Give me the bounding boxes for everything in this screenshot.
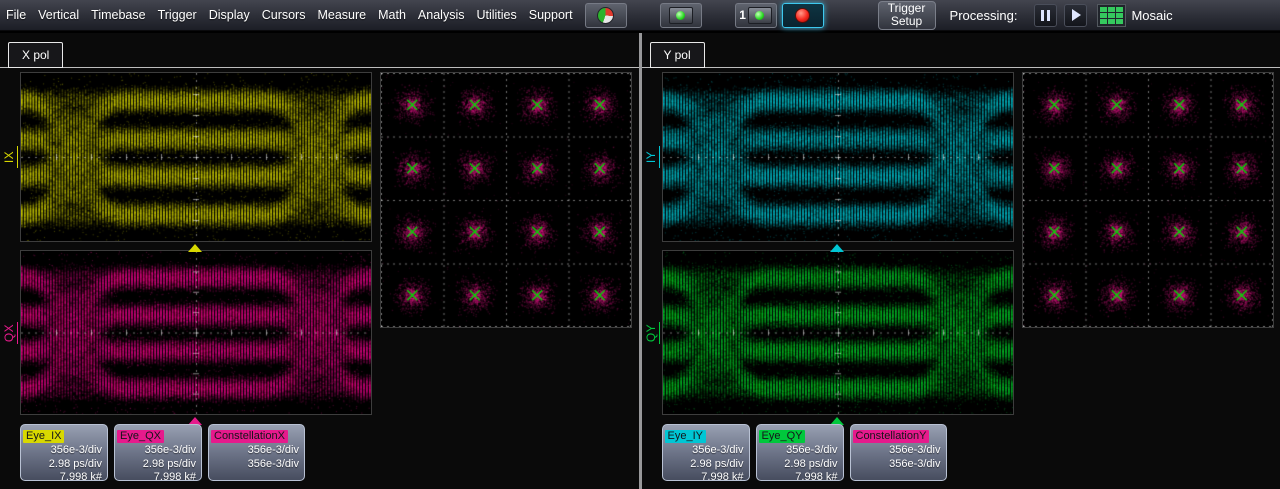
timebase-clock-button[interactable] [585,3,627,28]
menu-math[interactable]: Math [372,8,412,22]
mosaic-grid-icon [1097,4,1126,27]
trigger-single-button[interactable]: 1 [735,3,777,28]
menu-trigger[interactable]: Trigger [152,8,203,22]
trace-label-qy: QY [644,322,660,344]
constellation-x[interactable] [380,72,632,328]
trigger-marker-ix[interactable] [188,244,202,252]
eye-diagram-iy[interactable] [662,72,1014,242]
panel-frame-line [0,67,639,68]
descriptor-row-x: Eye_IX 356e-3/div 2.98 ps/div 7.998 k# E… [20,424,305,481]
descriptor-row-y: Eye_IY 356e-3/div 2.98 ps/div 7.998 k# E… [662,424,947,481]
tab-y-pol[interactable]: Y pol [650,42,705,68]
descriptor-title: ConstellationX [211,430,288,443]
trace-label-qx: QX [2,322,18,344]
menu-cursors[interactable]: Cursors [256,8,312,22]
oscilloscope-app: File Vertical Timebase Trigger Display C… [0,0,1280,489]
scope-green-icon [748,7,772,24]
descriptor-eye-qx[interactable]: Eye_QX 356e-3/div 2.98 ps/div 7.998 k# [114,424,202,481]
descriptor-constellation-x[interactable]: ConstellationX 356e-3/div 356e-3/div [208,424,305,481]
descriptor-constellation-y[interactable]: ConstellationY 356e-3/div 356e-3/div [850,424,947,481]
descriptor-value: 356e-3/div [853,458,944,472]
menu-vertical[interactable]: Vertical [32,8,85,22]
trigger-marker-iy[interactable] [830,244,844,252]
mosaic-panels: X pol IX QX Eye_IX 356e-3/div 2.98 ps/di… [0,33,1280,489]
descriptor-title: Eye_IY [665,430,706,443]
eye-diagram-ix[interactable] [20,72,372,242]
descriptor-title: Eye_QY [759,430,806,443]
pause-button[interactable] [1034,4,1057,27]
stop-record-icon [795,8,810,23]
menu-display[interactable]: Display [203,8,256,22]
descriptor-value: 7.998 k# [23,471,105,481]
descriptor-value: 2.98 ps/div [117,458,199,472]
descriptor-value: 356e-3/div [211,458,302,472]
menu-support[interactable]: Support [523,8,579,22]
descriptor-value: 356e-3/div [117,444,199,458]
clock-icon [597,7,614,24]
descriptor-value: 356e-3/div [211,444,302,458]
descriptor-eye-iy[interactable]: Eye_IY 356e-3/div 2.98 ps/div 7.998 k# [662,424,750,481]
panel-y-pol: Y pol IY QY Eye_IY 356e-3/div 2.98 ps/di… [642,33,1280,489]
descriptor-eye-qy[interactable]: Eye_QY 356e-3/div 2.98 ps/div 7.998 k# [756,424,844,481]
pause-icon [1041,10,1050,21]
play-button[interactable] [1064,4,1087,27]
menu-file[interactable]: File [0,8,32,22]
trigger-auto-button[interactable] [660,3,702,28]
menu-bar: File Vertical Timebase Trigger Display C… [0,0,1280,31]
trigger-stop-button[interactable] [782,3,824,28]
tab-x-pol[interactable]: X pol [8,42,63,68]
descriptor-value: 356e-3/div [665,444,747,458]
descriptor-eye-ix[interactable]: Eye_IX 356e-3/div 2.98 ps/div 7.998 k# [20,424,108,481]
menu-timebase[interactable]: Timebase [85,8,151,22]
descriptor-value: 7.998 k# [117,471,199,481]
menu-analysis[interactable]: Analysis [412,8,471,22]
descriptor-value: 2.98 ps/div [759,458,841,472]
trigger-setup-button[interactable]: Trigger Setup [878,1,936,30]
eye-diagram-qy[interactable] [662,250,1014,415]
quick-toolbar: 1 Trigger Setup Processing: Mosaic [579,1,1173,30]
constellation-y[interactable] [1022,72,1274,328]
panel-x-pol: X pol IX QX Eye_IX 356e-3/div 2.98 ps/di… [0,33,639,489]
descriptor-value: 7.998 k# [665,471,747,481]
trigger-setup-line2: Setup [891,15,922,28]
panel-frame-line [642,67,1280,68]
descriptor-value: 356e-3/div [23,444,105,458]
mosaic-label: Mosaic [1131,8,1172,23]
play-icon [1072,9,1081,21]
menu-measure[interactable]: Measure [311,8,372,22]
descriptor-value: 2.98 ps/div [665,458,747,472]
trace-label-iy: IY [644,146,660,168]
eye-diagram-qx[interactable] [20,250,372,415]
descriptor-value: 356e-3/div [853,444,944,458]
descriptor-value: 356e-3/div [759,444,841,458]
descriptor-title: Eye_QX [117,430,164,443]
menu-utilities[interactable]: Utilities [470,8,522,22]
mosaic-button[interactable]: Mosaic [1097,4,1172,27]
single-count-label: 1 [739,8,746,22]
descriptor-title: Eye_IX [23,430,64,443]
trace-label-ix: IX [2,146,18,168]
descriptor-title: ConstellationY [853,430,930,443]
descriptor-value: 2.98 ps/div [23,458,105,472]
scope-green-icon [669,7,693,24]
descriptor-value: 7.998 k# [759,471,841,481]
processing-label: Processing: [950,8,1018,23]
